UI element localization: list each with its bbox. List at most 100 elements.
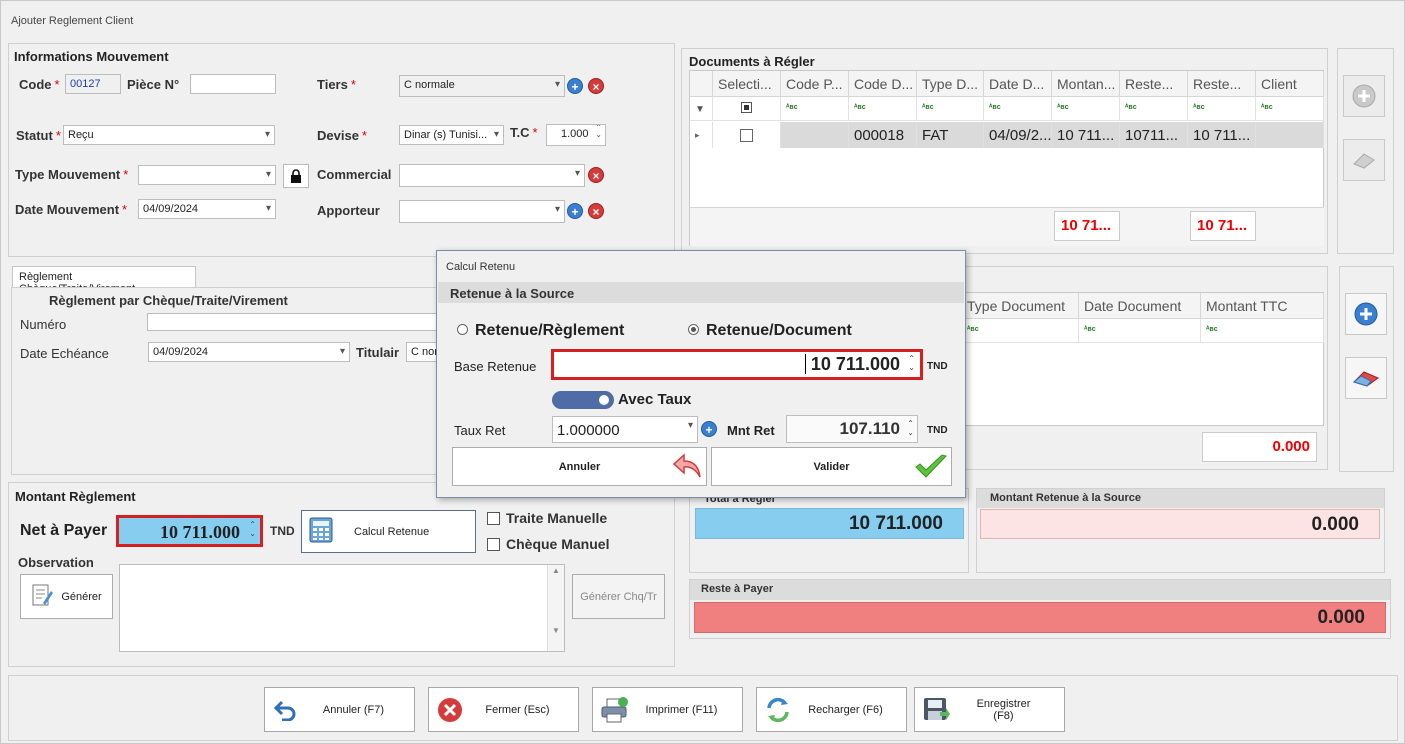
date-mouvement-field[interactable]: 04/09/2024 [138, 199, 276, 219]
radio-retenue-document[interactable] [688, 324, 699, 335]
radio-retenue-reglement[interactable] [457, 324, 468, 335]
filter-selection[interactable] [713, 97, 781, 121]
calcul-retenue-label: Calcul Retenue [354, 525, 430, 538]
filter-code-d[interactable]: ᴬʙᴄ [849, 97, 917, 121]
tiers-clear-icon[interactable]: × [588, 78, 604, 94]
grid-col-code-p[interactable]: Code P... [781, 71, 849, 97]
piece-field[interactable] [190, 74, 276, 94]
commercial-clear-icon[interactable]: × [588, 167, 604, 183]
generer-chq-button[interactable]: Générer Chq/Tr [572, 574, 665, 619]
cell-code-d: 000018 [849, 122, 917, 148]
fermer-button[interactable]: Fermer (Esc) [428, 687, 579, 732]
mnt-ret-label: Mnt Ret [727, 423, 775, 438]
documents-title: Documents à Régler [689, 54, 815, 69]
grid2-filter-type[interactable]: ᴬʙᴄ [962, 319, 1079, 343]
dialog-valider-button[interactable]: Valider [711, 447, 952, 486]
filter-date-d[interactable]: ᴬʙᴄ [984, 97, 1052, 121]
filter-type-d[interactable]: ᴬʙᴄ [917, 97, 984, 121]
mnt-ret-field[interactable]: 107.110 ⌃ ⌄ [786, 415, 918, 443]
row-select-cell[interactable] [713, 122, 781, 148]
total-field[interactable]: 10 711.000 [695, 508, 964, 539]
lock-icon[interactable] [283, 164, 309, 188]
add-document2-button[interactable] [1345, 293, 1387, 335]
grid2-filter-montant[interactable]: ᴬʙᴄ [1201, 319, 1324, 343]
grid-col-client[interactable]: Client [1256, 71, 1324, 97]
echeance-field[interactable]: 04/09/2024 [148, 342, 350, 362]
mnt-ret-spin-icon[interactable]: ⌃ ⌄ [907, 419, 914, 437]
calcul-retenu-dialog: Calcul Retenu Retenue à la Source Retenu… [436, 250, 966, 498]
imprimer-button[interactable]: Imprimer (F11) [592, 687, 743, 732]
base-retenue-spin-icon[interactable]: ⌃ ⌄ [908, 354, 915, 372]
grid-col-date-d[interactable]: Date D... [984, 71, 1052, 97]
row-checkbox[interactable] [740, 129, 753, 142]
observation-textarea[interactable]: ▲ ▼ [119, 564, 565, 652]
tc-label: T.C * [510, 125, 538, 140]
grid2-col-date[interactable]: Date Document [1079, 293, 1201, 319]
tc-field[interactable]: 1.000 [546, 124, 606, 146]
type-mouvement-select[interactable] [138, 165, 276, 185]
grid2-col-montant[interactable]: Montant TTC [1201, 293, 1324, 319]
type-mouvement-label: Type Mouvement * [15, 167, 129, 182]
table-row[interactable]: ▸ 000018 FAT 04/09/2... 10 711... 10711.… [690, 122, 1324, 148]
base-retenue-field[interactable]: 10 711.000 ⌃ ⌄ [551, 349, 923, 380]
grid2-filter-date[interactable]: ᴬʙᴄ [1079, 319, 1201, 343]
filter-reste-1[interactable]: ᴬʙᴄ [1120, 97, 1188, 121]
enregistrer-button[interactable]: Enregistrer (F8) [914, 687, 1065, 732]
retenue-field[interactable]: 0.000 [980, 509, 1380, 539]
taux-ret-label: Taux Ret [454, 423, 506, 438]
dialog-annuler-button[interactable]: Annuler [452, 447, 707, 486]
statut-select[interactable]: Reçu [63, 125, 275, 145]
erase-document-button[interactable] [1343, 139, 1385, 181]
erase-document2-button[interactable] [1345, 357, 1387, 399]
recharger-label: Recharger (F6) [808, 703, 883, 716]
filter-checkbox[interactable] [741, 102, 752, 113]
total-value: 10 711.000 [848, 513, 943, 534]
apporteur-select[interactable] [399, 200, 565, 223]
cheque-checkbox[interactable] [487, 538, 500, 551]
taux-ret-select[interactable]: 1.000000 [552, 416, 698, 443]
grid-col-selection[interactable]: Selecti... [713, 71, 781, 97]
filter-montant[interactable]: ᴬʙᴄ [1052, 97, 1120, 121]
filter-icon[interactable]: ▼ [690, 97, 713, 121]
tab-reglement[interactable]: Règlement Chèque/Traite/Virement [12, 266, 196, 295]
tiers-select[interactable]: C normale [399, 75, 565, 97]
base-retenue-value: 10 711.000 [810, 354, 900, 374]
documents-total-montant: 10 71... [1054, 211, 1120, 241]
reste-field[interactable]: 0.000 [694, 602, 1386, 633]
documents2-grid: Type Document Date Document Montant TTC … [961, 292, 1324, 426]
apporteur-add-icon[interactable]: + [567, 203, 583, 219]
avec-taux-label: Avec Taux [618, 391, 692, 408]
grid-col-code-d[interactable]: Code D... [849, 71, 917, 97]
annuler-button[interactable]: Annuler (F7) [264, 687, 415, 732]
taux-add-icon[interactable]: + [701, 421, 717, 437]
grid-col-montant[interactable]: Montan... [1052, 71, 1120, 97]
avec-taux-toggle[interactable] [552, 391, 614, 409]
calcul-retenue-button[interactable]: Calcul Retenue [301, 510, 476, 553]
generer-button[interactable]: Générer [20, 574, 113, 619]
net-label: Net à Payer [20, 522, 108, 539]
window-title: Ajouter Reglement Client [11, 15, 134, 27]
devise-select[interactable]: Dinar (s) Tunisi... [399, 125, 504, 145]
net-spin-icon[interactable]: ⌃ ⌄ [249, 520, 256, 538]
undo-arrow-icon [672, 453, 701, 478]
apporteur-clear-icon[interactable]: × [588, 203, 604, 219]
filter-reste-2[interactable]: ᴬʙᴄ [1188, 97, 1256, 121]
observation-scrollbar[interactable]: ▲ ▼ [547, 565, 564, 651]
net-field[interactable]: 10 711.000 ⌃ ⌄ [116, 515, 263, 547]
grid-col-type-d[interactable]: Type D... [917, 71, 984, 97]
grid-col-reste-2[interactable]: Reste... [1188, 71, 1256, 97]
commercial-select[interactable] [399, 164, 585, 187]
grid2-col-type[interactable]: Type Document [962, 293, 1079, 319]
filter-code-p[interactable]: ᴬʙᴄ [781, 97, 849, 121]
filter-client[interactable]: ᴬʙᴄ [1256, 97, 1324, 121]
tiers-add-icon[interactable]: + [567, 78, 583, 94]
add-document-button[interactable] [1343, 75, 1385, 117]
fermer-label: Fermer (Esc) [485, 703, 550, 716]
grid-col-reste-1[interactable]: Reste... [1120, 71, 1188, 97]
traite-checkbox[interactable] [487, 512, 500, 525]
recharger-button[interactable]: Recharger (F6) [756, 687, 907, 732]
numero-field[interactable] [147, 313, 441, 331]
dialog-section-title: Retenue à la Source [450, 286, 575, 301]
traite-label: Traite Manuelle [506, 510, 608, 526]
code-field[interactable]: 00127 [65, 74, 121, 94]
